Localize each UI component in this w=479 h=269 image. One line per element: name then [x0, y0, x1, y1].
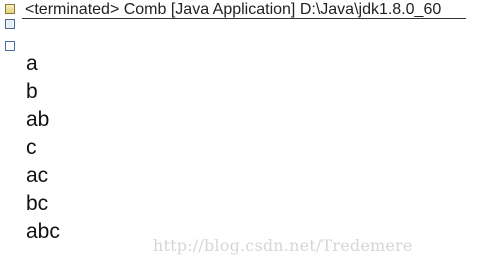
console-header: <terminated> Comb [Java Application] D:\… — [22, 0, 466, 19]
pin-icon[interactable] — [5, 4, 15, 14]
output-line: b — [26, 80, 38, 103]
output-line: c — [26, 136, 37, 159]
console-toggle-icon[interactable] — [5, 19, 15, 29]
console-output: a b ab c ac bc abc — [26, 50, 426, 246]
window-icon[interactable] — [5, 41, 15, 51]
output-line: bc — [26, 192, 49, 215]
output-line: ac — [26, 164, 49, 187]
left-gutter — [0, 0, 22, 269]
console-view: <terminated> Comb [Java Application] D:\… — [0, 0, 479, 269]
console-header-text: <terminated> Comb [Java Application] D:\… — [25, 1, 442, 18]
output-line: ab — [26, 108, 50, 131]
output-line: a — [26, 52, 38, 75]
watermark: http://blog.csdn.net/Tredemere — [153, 236, 413, 255]
